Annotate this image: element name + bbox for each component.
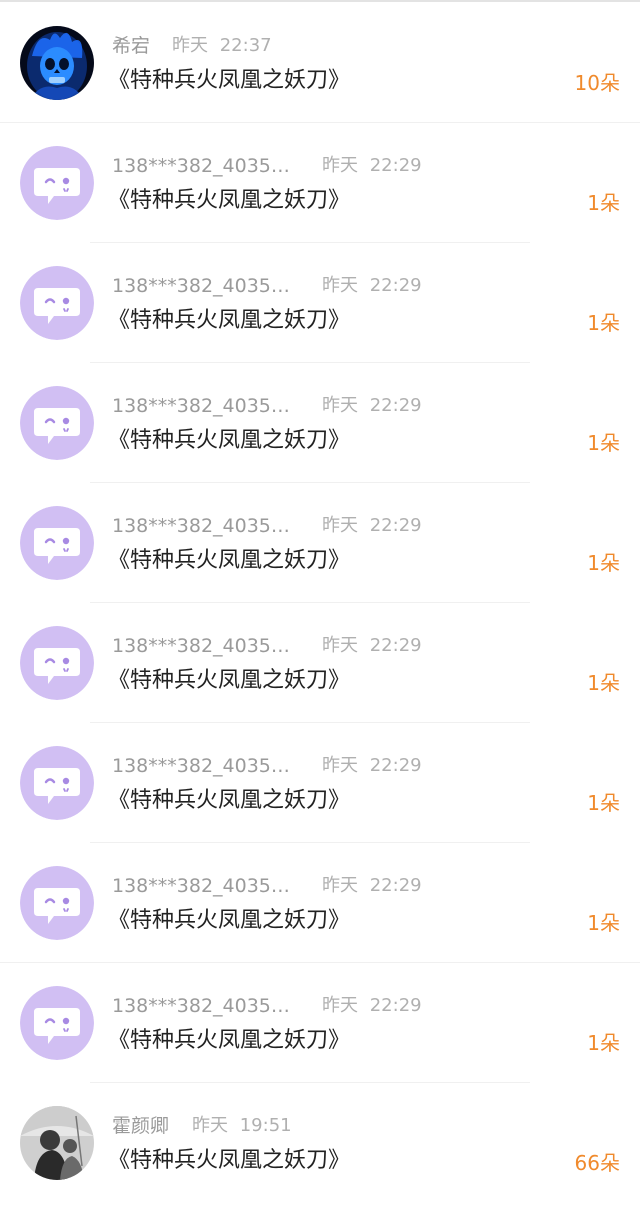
- default-chat-avatar-icon: [20, 506, 94, 580]
- flower-count: 1朵: [587, 911, 620, 935]
- default-chat-avatar-icon: [20, 266, 94, 340]
- sender-name: 138***382_4035…: [112, 275, 290, 297]
- avatar[interactable]: [20, 626, 94, 700]
- flower-count: 66朵: [574, 1151, 620, 1175]
- gift-target-title: 《特种兵火凤凰之妖刀》: [108, 1028, 351, 1053]
- list-item[interactable]: 138***382_4035… 昨天 22:29 《特种兵火凤凰之妖刀》 1朵: [0, 720, 640, 843]
- sender-name: 希宕: [112, 35, 151, 57]
- default-chat-avatar-icon: [20, 866, 94, 940]
- list-item[interactable]: 138***382_4035… 昨天 22:29 《特种兵火凤凰之妖刀》 1朵: [0, 240, 640, 363]
- gift-target-title: 《特种兵火凤凰之妖刀》: [108, 68, 351, 93]
- sender-name: 138***382_4035…: [112, 635, 290, 657]
- sent-time: 昨天 22:29: [322, 875, 422, 896]
- sender-name: 138***382_4035…: [112, 155, 290, 177]
- default-chat-avatar-icon: [20, 746, 94, 820]
- flower-count: 1朵: [587, 431, 620, 455]
- flower-count: 1朵: [587, 551, 620, 575]
- flower-count: 1朵: [587, 191, 620, 215]
- list-item[interactable]: 138***382_4035… 昨天 22:29 《特种兵火凤凰之妖刀》 1朵: [0, 480, 640, 603]
- sender-name: 138***382_4035…: [112, 515, 290, 537]
- sent-time: 昨天 22:29: [322, 635, 422, 656]
- flower-count: 1朵: [587, 311, 620, 335]
- flower-count: 10朵: [574, 71, 620, 95]
- list-item[interactable]: 138***382_4035… 昨天 22:29 《特种兵火凤凰之妖刀》 1朵: [0, 600, 640, 723]
- gift-target-title: 《特种兵火凤凰之妖刀》: [108, 548, 351, 573]
- sent-time: 昨天 22:29: [322, 515, 422, 536]
- sender-name: 138***382_4035…: [112, 875, 290, 897]
- sender-name: 138***382_4035…: [112, 755, 290, 777]
- list-item[interactable]: 138***382_4035… 昨天 22:29 《特种兵火凤凰之妖刀》 1朵: [0, 840, 640, 963]
- default-chat-avatar-icon: [20, 386, 94, 460]
- sent-time: 昨天 22:37: [172, 35, 272, 56]
- flower-count: 1朵: [587, 1031, 620, 1055]
- flower-count: 1朵: [587, 671, 620, 695]
- avatar[interactable]: [20, 986, 94, 1060]
- sender-name: 138***382_4035…: [112, 395, 290, 417]
- avatar[interactable]: [20, 386, 94, 460]
- default-chat-avatar-icon: [20, 146, 94, 220]
- gift-target-title: 《特种兵火凤凰之妖刀》: [108, 908, 351, 933]
- flower-count: 1朵: [587, 791, 620, 815]
- sent-time: 昨天 22:29: [322, 275, 422, 296]
- gift-target-title: 《特种兵火凤凰之妖刀》: [108, 188, 351, 213]
- avatar[interactable]: [20, 1106, 94, 1180]
- photo-person-avatar-icon: [20, 1106, 94, 1180]
- avatar[interactable]: [20, 146, 94, 220]
- sent-time: 昨天 22:29: [322, 155, 422, 176]
- avatar[interactable]: [20, 506, 94, 580]
- gift-target-title: 《特种兵火凤凰之妖刀》: [108, 788, 351, 813]
- sent-time: 昨天 22:29: [322, 395, 422, 416]
- list-item[interactable]: 138***382_4035… 昨天 22:29 《特种兵火凤凰之妖刀》 1朵: [0, 120, 640, 243]
- default-chat-avatar-icon: [20, 626, 94, 700]
- default-chat-avatar-icon: [20, 986, 94, 1060]
- gift-target-title: 《特种兵火凤凰之妖刀》: [108, 1148, 351, 1173]
- list-item[interactable]: 霍颜卿 昨天 19:51 《特种兵火凤凰之妖刀》 66朵: [0, 1080, 640, 1200]
- sent-time: 昨天 22:29: [322, 995, 422, 1016]
- sender-name: 霍颜卿: [112, 1115, 170, 1137]
- avatar[interactable]: [20, 746, 94, 820]
- gift-target-title: 《特种兵火凤凰之妖刀》: [108, 668, 351, 693]
- list-item[interactable]: 希宕 昨天 22:37 《特种兵火凤凰之妖刀》 10朵: [0, 0, 640, 123]
- list-item[interactable]: 138***382_4035… 昨天 22:29 《特种兵火凤凰之妖刀》 1朵: [0, 960, 640, 1083]
- sender-name: 138***382_4035…: [112, 995, 290, 1017]
- gift-target-title: 《特种兵火凤凰之妖刀》: [108, 308, 351, 333]
- sent-time: 昨天 19:51: [192, 1115, 292, 1136]
- avatar[interactable]: [20, 866, 94, 940]
- gift-target-title: 《特种兵火凤凰之妖刀》: [108, 428, 351, 453]
- blue-skull-avatar-icon: [20, 26, 94, 100]
- sent-time: 昨天 22:29: [322, 755, 422, 776]
- avatar[interactable]: [20, 26, 94, 100]
- avatar[interactable]: [20, 266, 94, 340]
- list-item[interactable]: 138***382_4035… 昨天 22:29 《特种兵火凤凰之妖刀》 1朵: [0, 360, 640, 483]
